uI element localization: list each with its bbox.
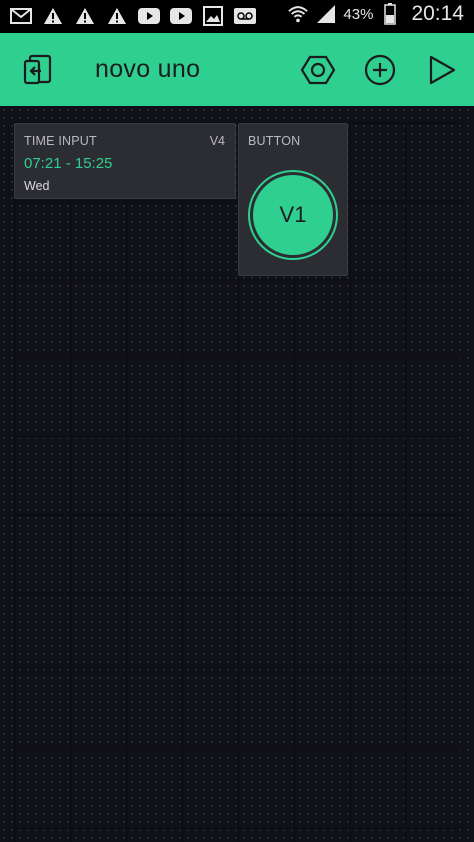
status-bar: 43% 20:14 [0,0,474,33]
hex-nut-icon[interactable] [298,33,338,106]
wifi-icon [287,3,309,25]
app-bar: novo uno [0,33,474,106]
time-input-widget[interactable]: TIME INPUT V4 07:21 - 15:25 Wed [14,123,236,199]
dashboard-canvas[interactable]: TIME INPUT V4 07:21 - 15:25 Wed BUTTON V… [0,106,474,842]
add-circle-icon[interactable] [360,33,400,106]
battery-icon [379,3,401,25]
voicemail-icon [234,5,256,27]
button-pin-label: V1 [279,202,307,227]
exit-icon[interactable] [18,33,58,106]
signal-icon [315,3,337,25]
battery-percent: 43% [343,5,374,23]
warning-icon [74,5,96,27]
canvas-grid [14,122,460,842]
youtube-icon [138,5,160,27]
mail-icon [10,5,32,27]
youtube-icon [170,5,192,27]
widget-label: BUTTON [248,134,301,148]
v1-button[interactable]: V1 [253,175,333,255]
play-icon[interactable] [424,33,460,106]
clock: 20:14 [411,2,464,25]
button-widget[interactable]: BUTTON V1 [238,123,348,276]
app-title: novo uno [95,55,201,83]
time-range[interactable]: 07:21 - 15:25 [24,155,112,172]
warning-icon [42,5,64,27]
widget-label: TIME INPUT [24,134,97,148]
warning-icon [106,5,128,27]
gallery-icon [202,5,224,27]
widget-pin: V4 [209,134,225,148]
day-label: Wed [24,179,50,193]
button-ring[interactable]: V1 [248,170,338,260]
